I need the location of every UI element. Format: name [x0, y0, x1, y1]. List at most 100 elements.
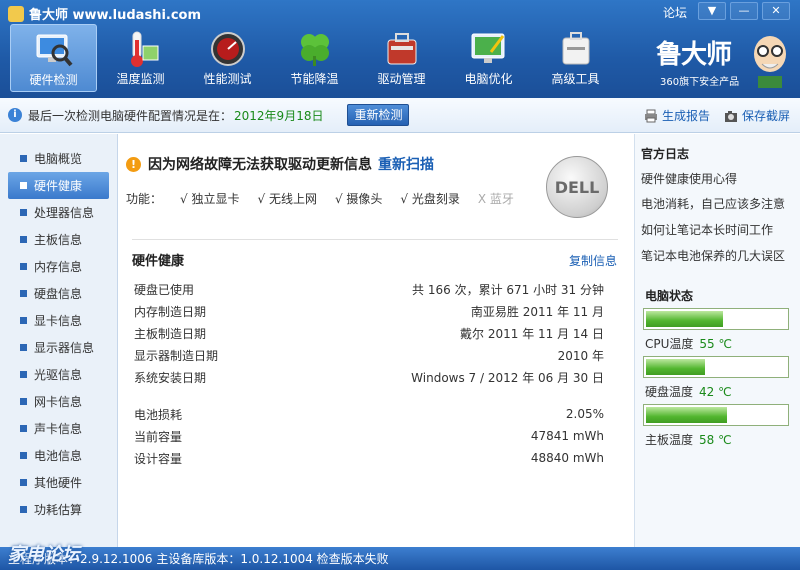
feature-burner: √ 光盘刻录	[400, 192, 460, 206]
right-panel: 官方日志 硬件健康使用心得 电池消耗，自己应该多注意 如何让笔记本长时间工作 笔…	[634, 134, 800, 547]
sidebar: 电脑概览 硬件健康 处理器信息 主板信息 内存信息 硬盘信息 显卡信息 显示器信…	[0, 134, 118, 547]
table-row: 内存制造日期 南亚易胜 2011 年 11 月	[134, 300, 604, 322]
forum-link[interactable]: 论坛	[663, 4, 687, 21]
generate-report-button[interactable]: 生成报告	[644, 107, 710, 124]
sidebar-item-label: 硬件健康	[34, 179, 83, 193]
sidebar-item-sound[interactable]: 声卡信息	[0, 415, 117, 442]
divider	[132, 239, 618, 240]
printer-icon	[645, 109, 657, 122]
log-title: 官方日志	[641, 147, 690, 161]
sidebar-item-label: 硬盘信息	[34, 287, 83, 301]
log-link[interactable]: 电池消耗，自己应该多注意	[641, 195, 785, 212]
table-row: 当前容量 47841 mWh	[134, 425, 604, 447]
save-screenshot-button[interactable]: 保存截屏	[724, 107, 790, 124]
bullet-icon	[20, 290, 27, 297]
bullet-icon	[20, 182, 27, 189]
sidebar-item-disk[interactable]: 硬盘信息	[0, 280, 117, 307]
nav-label: 硬件检测	[29, 73, 78, 87]
sidebar-item-memory[interactable]: 内存信息	[0, 253, 117, 280]
table-row: 主板制造日期 戴尔 2011 年 11 月 14 日	[134, 322, 604, 344]
cpu-temp: CPU温度 55 ℃	[645, 335, 732, 352]
sidebar-item-hardware-health[interactable]: 硬件健康	[8, 172, 109, 199]
bullet-icon	[20, 506, 27, 513]
nav-optimize[interactable]: 电脑优化	[445, 24, 532, 92]
tool-case-icon	[556, 30, 596, 68]
row-label: 显示器制造日期	[134, 348, 219, 363]
cpu-temp-bar	[643, 308, 789, 330]
nav-label: 温度监测	[116, 72, 165, 86]
save-screenshot-label: 保存截屏	[742, 109, 791, 123]
sidebar-item-battery[interactable]: 电池信息	[0, 442, 117, 469]
nav-label: 性能测试	[203, 72, 252, 86]
sidebar-item-other[interactable]: 其他硬件	[0, 469, 117, 496]
nav-performance[interactable]: 性能测试	[184, 24, 271, 92]
nav-advanced-tools[interactable]: 高级工具	[532, 24, 619, 92]
board-temp: 主板温度 58 ℃	[645, 431, 732, 448]
temp-label: 硬盘温度	[645, 385, 694, 399]
row-value: 2010 年	[557, 348, 604, 363]
brand-subtitle: 360旗下安全产品	[660, 77, 740, 88]
sidebar-item-label: 处理器信息	[34, 206, 95, 220]
nav-label: 电脑优化	[464, 72, 513, 86]
dell-logo: DELL	[546, 156, 608, 218]
sidebar-item-label: 内存信息	[34, 260, 83, 274]
row-label: 系统安装日期	[134, 370, 207, 385]
minimize-button[interactable]: —	[730, 2, 758, 20]
row-value: 南亚易胜 2011 年 11 月	[470, 304, 604, 319]
brand-logo: 鲁大师 360旗下安全产品	[650, 30, 795, 92]
bullet-icon	[20, 344, 27, 351]
sidebar-item-overview[interactable]: 电脑概览	[0, 145, 117, 172]
sidebar-item-optical[interactable]: 光驱信息	[0, 361, 117, 388]
warning-icon: !	[126, 156, 141, 172]
copy-info-link[interactable]: 复制信息	[569, 252, 617, 269]
disk-temp-bar	[643, 356, 789, 378]
toolbox-icon	[382, 30, 422, 68]
bullet-icon	[20, 209, 27, 216]
recheck-button[interactable]: 重新检测	[347, 104, 410, 126]
rescan-link[interactable]: 重新扫描	[378, 154, 434, 174]
bar-fill	[646, 311, 723, 327]
health-table: 硬盘已使用 共 166 次，累计 671 小时 31 分钟 内存制造日期 南亚易胜 …	[134, 278, 604, 469]
sidebar-item-power[interactable]: 功耗估算	[0, 496, 117, 523]
nav-label: 高级工具	[551, 72, 600, 86]
nav-energy-saving[interactable]: 节能降温	[271, 24, 358, 92]
camera-icon	[725, 110, 737, 122]
row-value: 48840 mWh	[530, 451, 604, 465]
nav-temperature[interactable]: 温度监测	[97, 24, 184, 92]
monitor-brush-icon	[469, 30, 509, 68]
features-label: 功能：	[126, 192, 163, 206]
nav-hardware-check[interactable]: 硬件检测	[10, 24, 97, 92]
nav-label: 节能降温	[290, 72, 339, 86]
dropdown-button[interactable]: ▼	[698, 2, 726, 20]
temp-value: 58 ℃	[699, 433, 732, 447]
app-title-text: 鲁大师 www.ludashi.com	[29, 8, 202, 23]
row-label: 内存制造日期	[134, 304, 207, 319]
watermark: 家电论坛	[8, 544, 80, 565]
sidebar-item-label: 显卡信息	[34, 314, 83, 328]
log-link[interactable]: 硬件健康使用心得	[641, 170, 737, 187]
log-link[interactable]: 如何让笔记本长时间工作	[641, 221, 773, 238]
table-row: 设计容量 48840 mWh	[134, 447, 604, 469]
close-button[interactable]: ✕	[762, 2, 790, 20]
clover-icon	[295, 30, 335, 68]
row-label: 电池损耗	[134, 407, 183, 422]
sidebar-item-label: 声卡信息	[34, 422, 83, 436]
row-label: 当前容量	[134, 429, 183, 444]
log-link[interactable]: 笔记本电池保养的几大误区	[641, 247, 785, 264]
sidebar-item-gpu[interactable]: 显卡信息	[0, 307, 117, 334]
warning-text: 因为网络故障无法获取驱动更新信息	[148, 157, 372, 173]
sidebar-item-display[interactable]: 显示器信息	[0, 334, 117, 361]
row-label: 主板制造日期	[134, 326, 207, 341]
sidebar-item-cpu[interactable]: 处理器信息	[0, 199, 117, 226]
mascot-icon	[750, 32, 790, 88]
row-value: Windows 7 / 2012 年 06 月 30 日	[411, 370, 604, 385]
bullet-icon	[20, 425, 27, 432]
speedometer-icon	[208, 30, 248, 68]
sidebar-item-label: 其他硬件	[34, 476, 83, 490]
row-value: 共 166 次，累计 671 小时 31 分钟	[412, 282, 604, 297]
main-nav: 硬件检测 温度监测 性能测试 节能降温 驱动管理 电脑优化 高级工具	[10, 24, 619, 92]
last-check-date: 2012年9月18日	[234, 108, 324, 123]
sidebar-item-motherboard[interactable]: 主板信息	[0, 226, 117, 253]
nav-driver-management[interactable]: 驱动管理	[358, 24, 445, 92]
sidebar-item-network[interactable]: 网卡信息	[0, 388, 117, 415]
